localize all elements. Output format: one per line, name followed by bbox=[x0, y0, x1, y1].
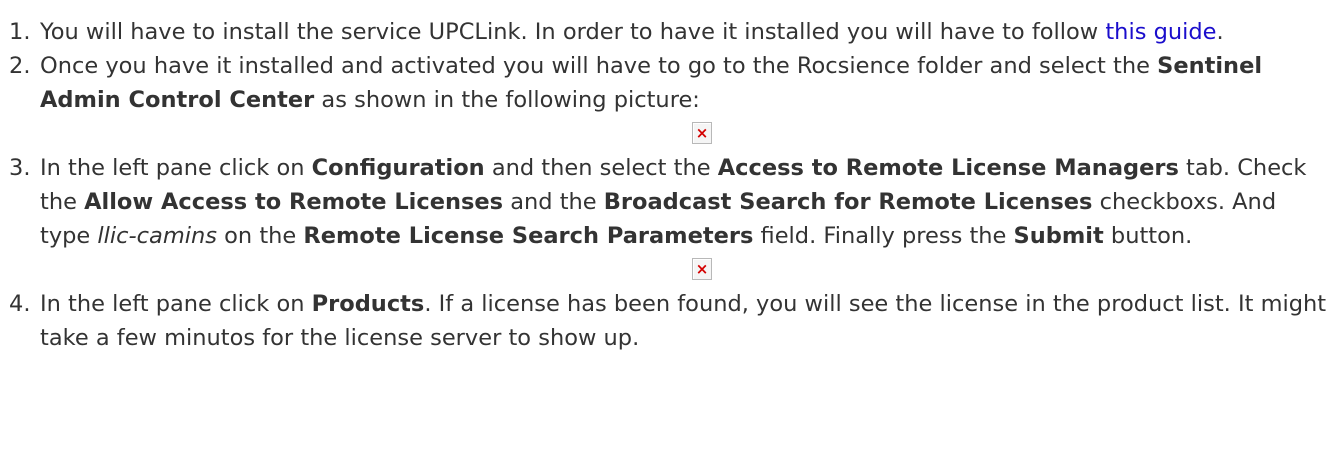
step-number: 3. bbox=[9, 155, 31, 181]
step-text: In the left pane click on bbox=[40, 291, 312, 317]
image-placeholder-row: × bbox=[40, 253, 1330, 287]
broken-image-icon: × bbox=[692, 122, 712, 144]
step-text: You will have to install the service UPC… bbox=[40, 19, 1106, 45]
list-item: 2. Once you have it installed and activa… bbox=[0, 49, 1330, 151]
list-item: 4. In the left pane click on Products. I… bbox=[0, 287, 1330, 355]
step-text: and the bbox=[503, 189, 604, 215]
step-number: 2. bbox=[9, 53, 31, 79]
bold-term: Allow Access to Remote Licenses bbox=[84, 189, 504, 215]
bold-term: Access to Remote License Managers bbox=[717, 155, 1179, 181]
bold-term: Remote License Search Parameters bbox=[303, 223, 754, 249]
bold-term: Products bbox=[311, 291, 425, 317]
instruction-list: 1. You will have to install the service … bbox=[0, 15, 1330, 355]
step-text: field. Finally press the bbox=[753, 223, 1014, 249]
bold-term: Broadcast Search for Remote Licenses bbox=[603, 189, 1093, 215]
step-text: button. bbox=[1103, 223, 1193, 249]
bold-term: Submit bbox=[1013, 223, 1104, 249]
step-text: In the left pane click on bbox=[40, 155, 312, 181]
image-placeholder-row: × bbox=[40, 117, 1330, 151]
guide-link[interactable]: this guide bbox=[1105, 19, 1216, 45]
step-text: as shown in the following picture: bbox=[314, 87, 700, 113]
list-item: 3. In the left pane click on Configurati… bbox=[0, 151, 1330, 287]
step-text: and then select the bbox=[484, 155, 718, 181]
step-text: . bbox=[1216, 19, 1224, 45]
step-text: on the bbox=[216, 223, 304, 249]
bold-term: Configuration bbox=[311, 155, 485, 181]
step-text: Once you have it installed and activated… bbox=[40, 53, 1158, 79]
broken-image-icon: × bbox=[692, 258, 712, 280]
list-item: 1. You will have to install the service … bbox=[0, 15, 1330, 49]
step-number: 1. bbox=[9, 19, 31, 45]
step-number: 4. bbox=[9, 291, 31, 317]
italic-term: llic-camins bbox=[97, 223, 217, 249]
